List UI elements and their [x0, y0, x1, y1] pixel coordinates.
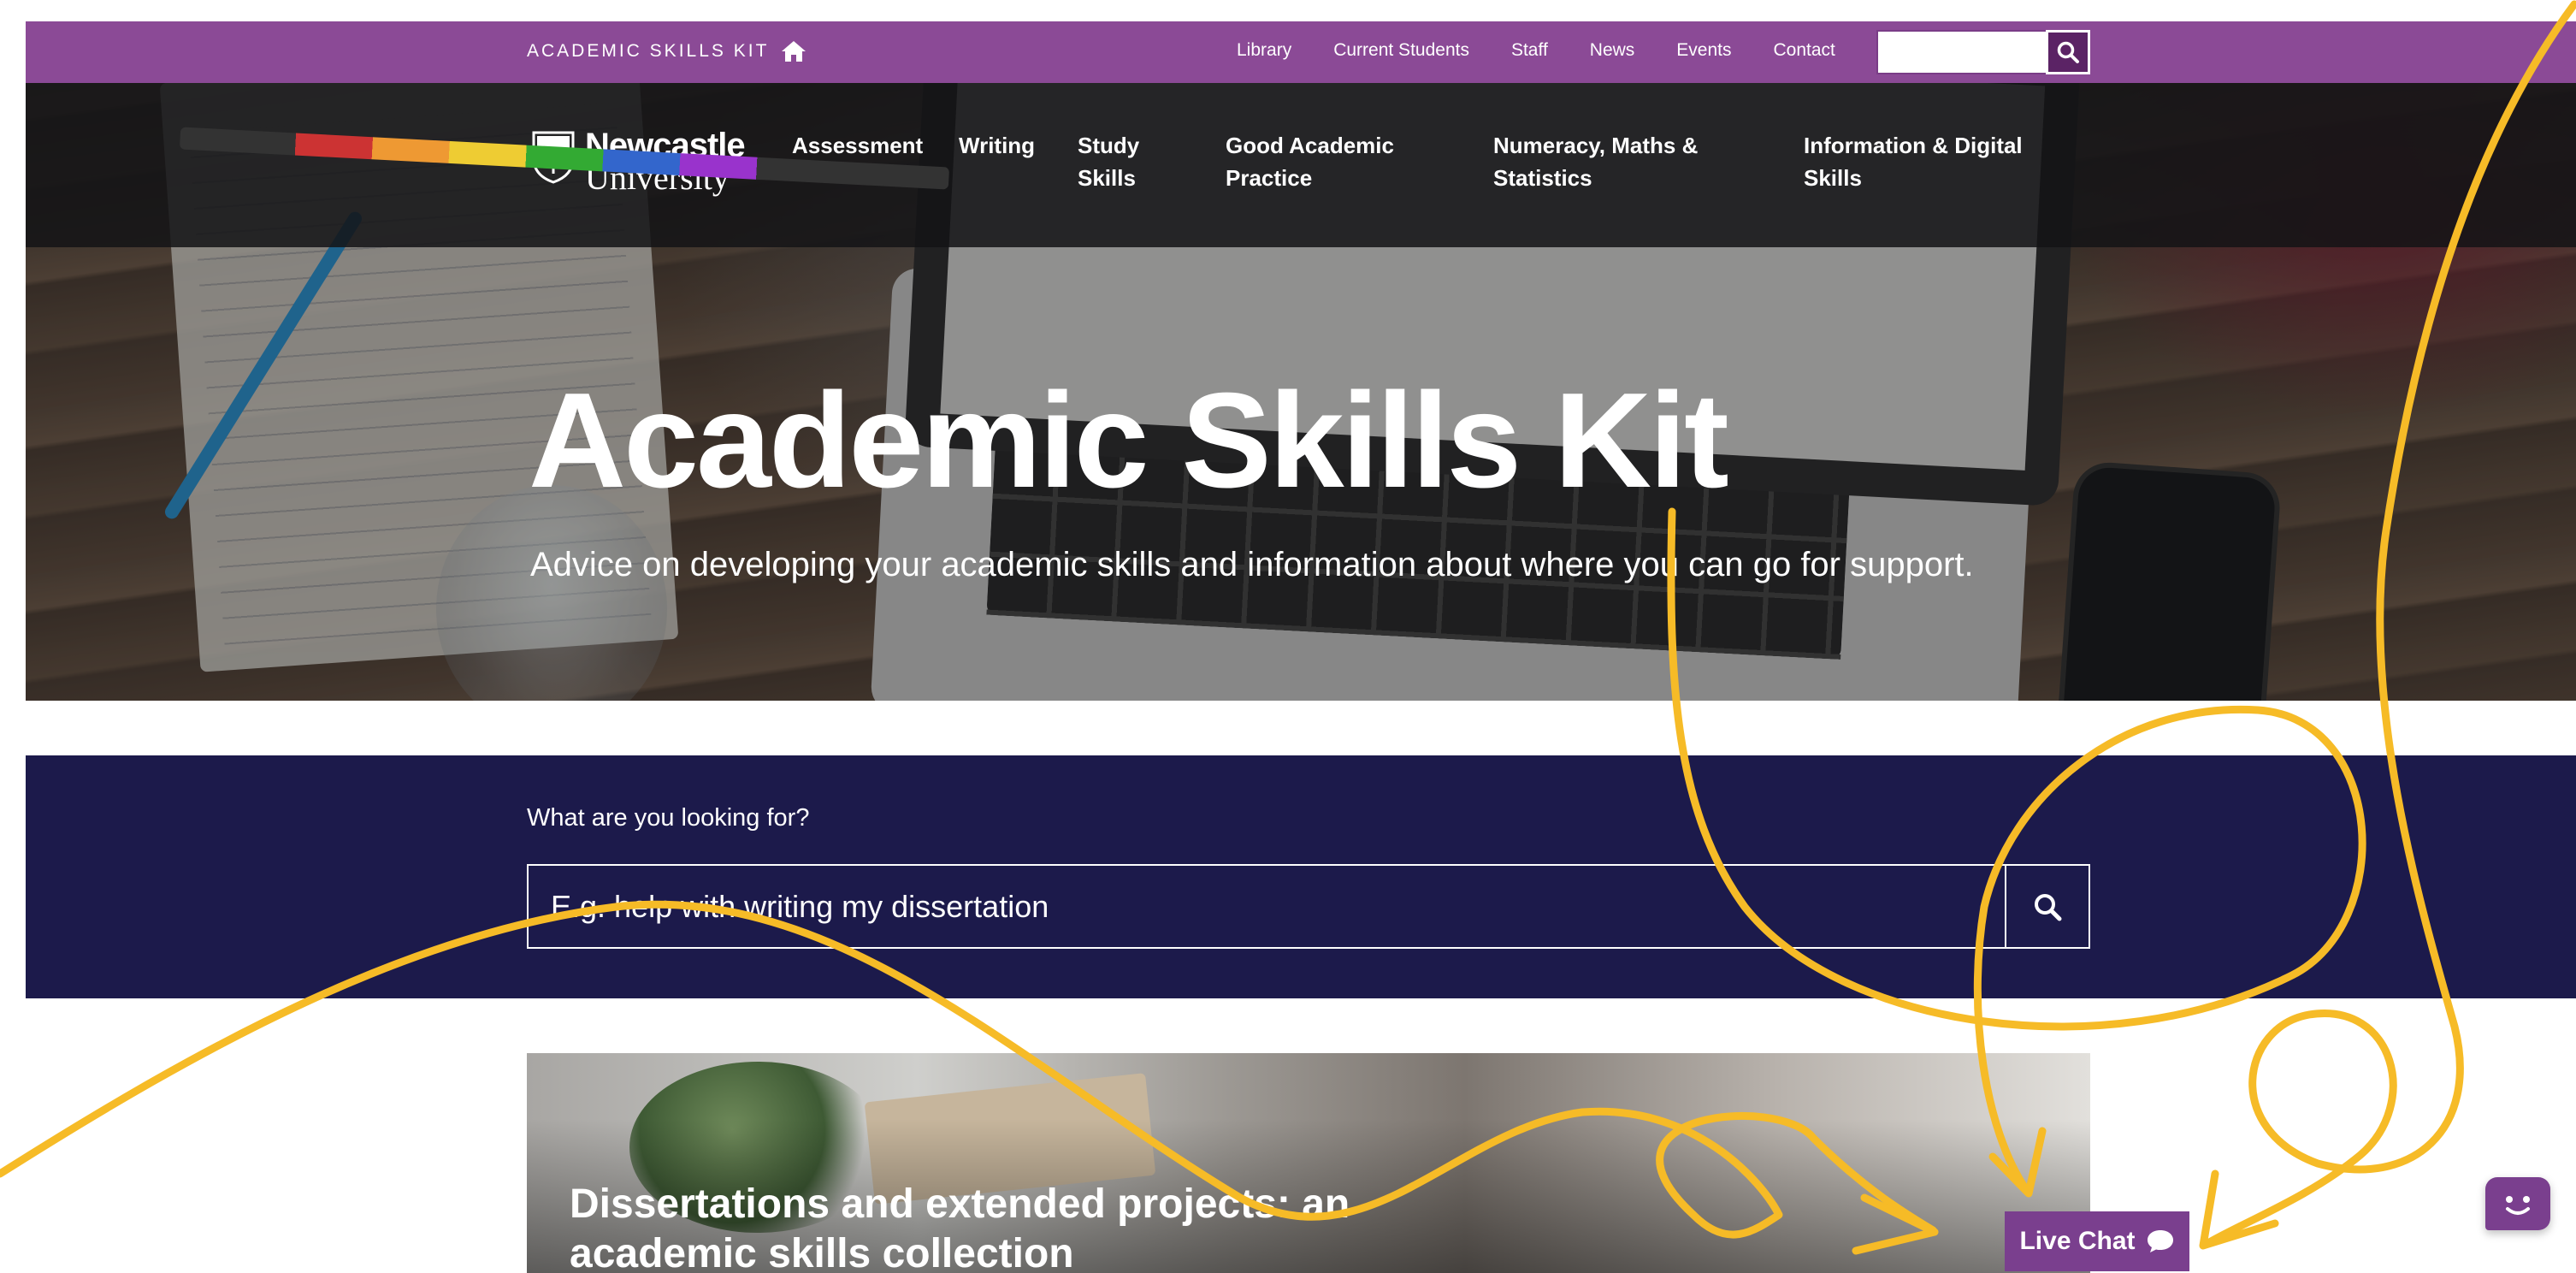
chatbot-launcher-button[interactable]: [2485, 1177, 2550, 1230]
link-contact[interactable]: Contact: [1774, 40, 1835, 61]
search-label: What are you looking for?: [527, 804, 810, 832]
utility-links: Library Current Students Staff News Even…: [1237, 40, 1835, 61]
top-utility-bar: ACADEMIC SKILLS KIT Library Current Stud…: [26, 21, 2576, 83]
link-current-students[interactable]: Current Students: [1333, 40, 1469, 61]
feature-card-title: Dissertations and extended projects: an …: [570, 1181, 1350, 1273]
site-brand-link[interactable]: ACADEMIC SKILLS KIT: [527, 40, 806, 62]
site-search-button[interactable]: [2046, 30, 2090, 74]
nav-item-good-academic-practice[interactable]: Good Academic Practice: [1226, 129, 1394, 194]
search-button[interactable]: [2005, 864, 2090, 949]
nav-item-writing[interactable]: Writing: [959, 129, 1035, 162]
annotation-arrowhead-right: [2199, 1169, 2279, 1250]
speech-bubble-icon: [2147, 1230, 2173, 1252]
home-icon: [782, 41, 806, 62]
nav-item-numeracy-maths-statistics[interactable]: Numeracy, Maths & Statistics: [1493, 129, 1698, 194]
page-subtitle: Advice on developing your academic skill…: [530, 546, 1974, 583]
live-chat-button[interactable]: Live Chat: [2005, 1211, 2189, 1271]
search-section: What are you looking for?: [26, 755, 2576, 998]
hero-banner: Newcastle University Assessment Writing …: [26, 83, 2576, 701]
site-brand-label: ACADEMIC SKILLS KIT: [527, 41, 770, 61]
live-chat-label: Live Chat: [2019, 1227, 2136, 1255]
search-icon: [2057, 41, 2079, 63]
chatbot-face-icon: [2506, 1196, 2530, 1215]
search-icon: [2035, 893, 2062, 921]
link-news[interactable]: News: [1590, 40, 1635, 61]
link-library[interactable]: Library: [1237, 40, 1291, 61]
feature-card-dissertations[interactable]: Dissertations and extended projects: an …: [527, 1053, 2090, 1273]
nav-item-study-skills[interactable]: Study Skills: [1078, 129, 1139, 194]
nav-item-information-digital-skills[interactable]: Information & Digital Skills: [1804, 129, 2023, 194]
link-staff[interactable]: Staff: [1511, 40, 1548, 61]
main-navigation: Newcastle University Assessment Writing …: [26, 83, 2576, 247]
nav-item-assessment[interactable]: Assessment: [792, 129, 923, 162]
search-input[interactable]: [527, 864, 2006, 949]
page-title: Academic Skills Kit: [529, 365, 1729, 516]
link-events[interactable]: Events: [1676, 40, 1731, 61]
